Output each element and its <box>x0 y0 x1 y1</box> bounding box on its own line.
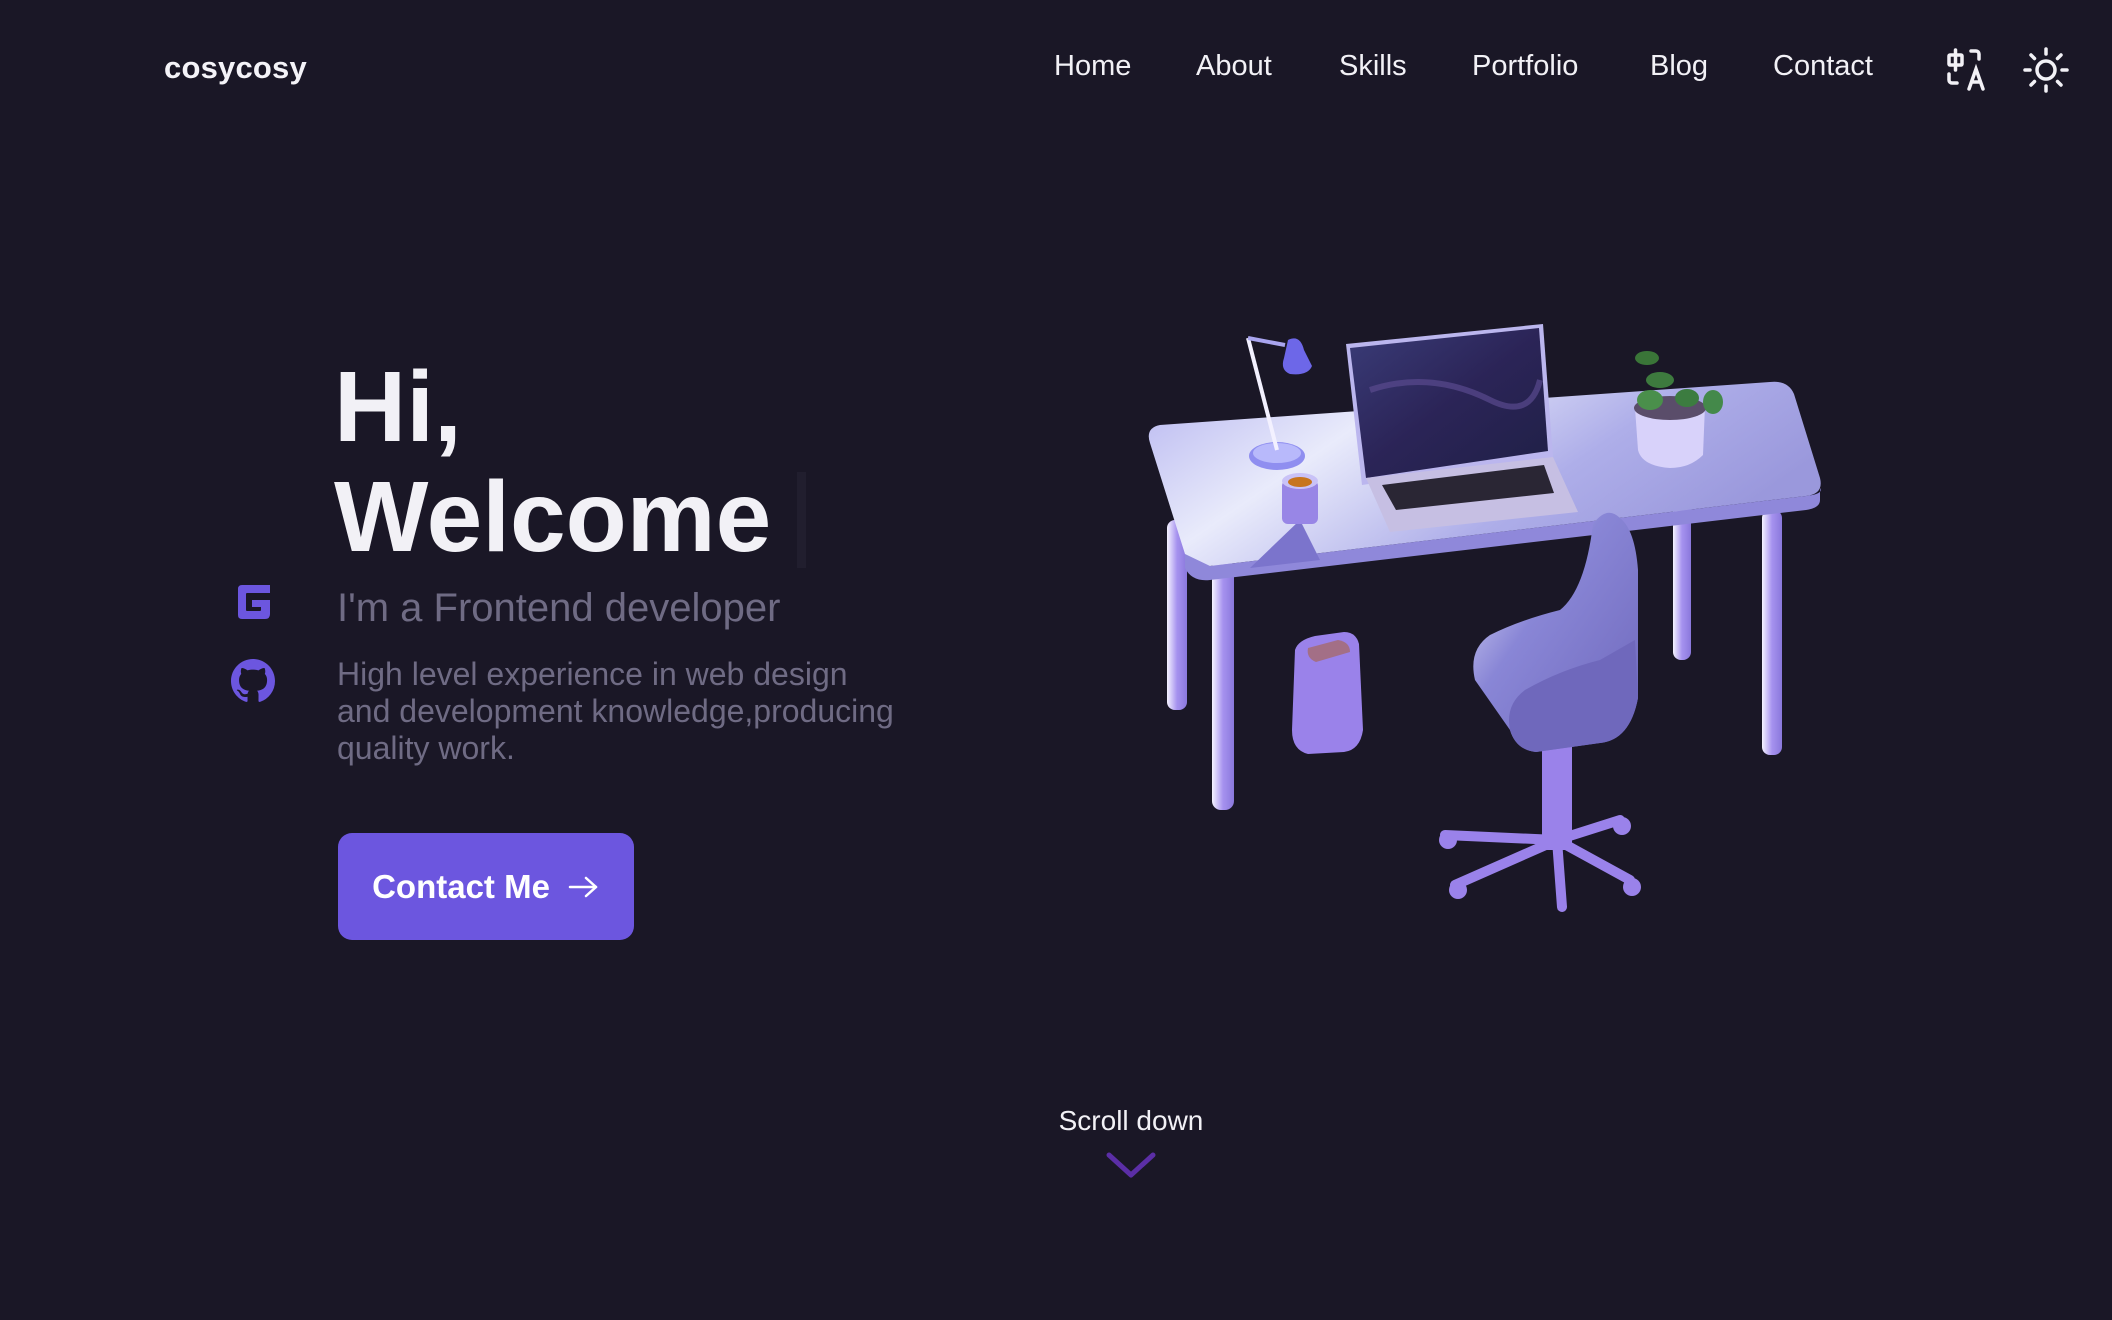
gitee-icon <box>238 585 270 619</box>
github-link[interactable] <box>230 658 276 704</box>
github-icon <box>231 659 275 702</box>
contact-me-button[interactable]: Contact Me <box>338 833 634 940</box>
contact-me-label: Contact Me <box>372 867 550 905</box>
scroll-down-label: Scroll down <box>1058 1105 1204 1136</box>
nav-portfolio[interactable]: Portfolio <box>1472 50 1578 83</box>
typing-cursor <box>797 472 806 568</box>
translate-icon <box>1947 48 1985 91</box>
chevron-down-icon <box>1106 1152 1156 1178</box>
theme-toggle-button[interactable] <box>2022 46 2070 94</box>
nav-blog[interactable]: Blog <box>1650 50 1708 83</box>
coffee-cup <box>1282 473 1318 524</box>
gitee-link[interactable] <box>230 579 276 625</box>
nav-skills[interactable]: Skills <box>1339 50 1407 83</box>
hero-description: High level experience in web design and … <box>337 656 894 766</box>
hero-subtitle: I'm a Frontend developer <box>337 586 781 630</box>
arrow-right-icon <box>568 876 598 897</box>
waste-bin <box>1292 632 1363 754</box>
office-chair <box>1439 512 1641 912</box>
desk-illustration <box>1148 324 1821 912</box>
scroll-down-button[interactable]: Scroll down <box>1031 1105 1231 1181</box>
site-logo[interactable]: cosycosy <box>164 50 307 86</box>
language-toggle-button[interactable] <box>1943 46 1991 94</box>
hero-greeting: Hi, <box>334 351 462 463</box>
nav-contact[interactable]: Contact <box>1773 50 1873 83</box>
sun-icon <box>2023 47 2069 93</box>
desk-lamp <box>1246 336 1312 470</box>
hero-welcome: Welcome <box>334 461 772 573</box>
hero-heading: Hi, Welcome <box>334 352 771 572</box>
nav-about[interactable]: About <box>1196 50 1272 83</box>
laptop <box>1346 324 1578 532</box>
nav-home[interactable]: Home <box>1054 50 1131 83</box>
